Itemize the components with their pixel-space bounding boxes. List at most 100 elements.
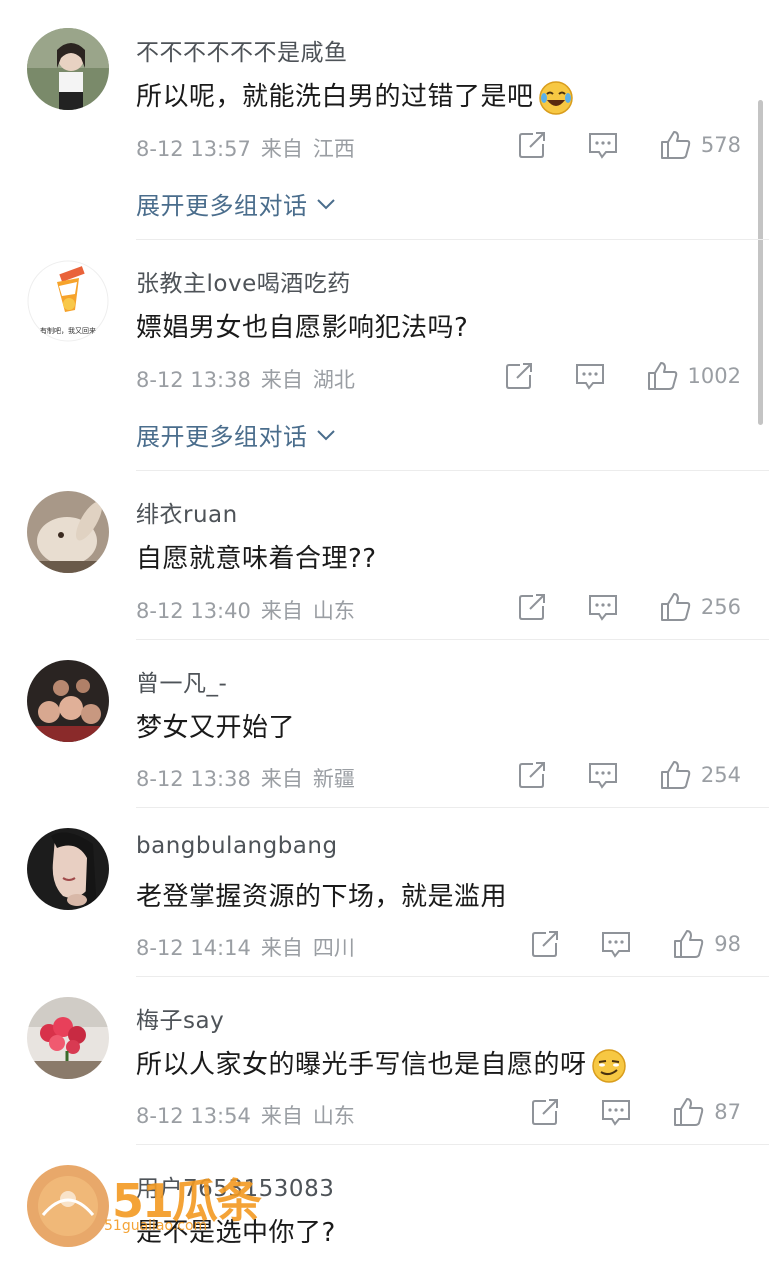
chevron-down-icon — [316, 198, 335, 209]
avatar[interactable] — [27, 660, 109, 742]
divider — [136, 639, 769, 640]
repost-button[interactable] — [530, 929, 560, 959]
comment-actions: 98 — [530, 927, 741, 961]
smirk-emoji — [591, 1048, 627, 1084]
source-label: 来自 — [260, 137, 303, 161]
comment-meta: 8-12 13:40 来自 山东 — [136, 595, 365, 625]
timestamp: 8-12 13:57 — [136, 137, 251, 161]
username[interactable]: 曾一凡_- — [136, 664, 227, 698]
source-label: 来自 — [260, 599, 303, 623]
comment-actions: 578 — [517, 128, 741, 162]
comment-meta: 8-12 13:38 来自 湖北 — [136, 364, 365, 394]
thumbs-up-icon — [674, 930, 704, 958]
location: 新疆 — [312, 767, 355, 791]
laugh-cry-emoji — [538, 80, 574, 116]
chevron-down-icon — [316, 429, 335, 440]
avatar[interactable] — [27, 828, 109, 910]
username[interactable]: bangbulangbang — [136, 833, 338, 859]
comment-text: 嫖娼男女也自愿影响犯法吗? — [136, 313, 469, 343]
location: 山东 — [312, 1104, 355, 1128]
watermark-url: 51gualiao.com — [104, 1218, 208, 1234]
thumbs-up-icon — [660, 593, 691, 621]
like-button[interactable]: 1002 — [646, 360, 741, 392]
repost-button[interactable] — [530, 1097, 560, 1127]
divider — [136, 807, 769, 808]
repost-icon — [518, 132, 545, 158]
thumbs-up-icon — [674, 1098, 704, 1126]
like-button[interactable]: 87 — [672, 1096, 741, 1128]
comment-icon — [575, 364, 604, 390]
source-label: 来自 — [260, 936, 303, 960]
expand-conversation-link[interactable]: 展开更多组对话 — [136, 186, 336, 221]
like-button[interactable]: 254 — [659, 759, 741, 791]
avatar[interactable] — [27, 997, 109, 1079]
source-label: 来自 — [260, 767, 303, 791]
repost-button[interactable] — [504, 361, 534, 391]
like-count: 254 — [700, 763, 741, 787]
timestamp: 8-12 13:54 — [136, 1104, 251, 1128]
repost-button[interactable] — [517, 130, 547, 160]
repost-icon — [532, 1099, 559, 1125]
thumbs-up-icon — [647, 362, 677, 390]
avatar[interactable]: 有制吧，我又回来 — [27, 260, 109, 342]
thumbs-up-icon — [660, 131, 691, 159]
like-button[interactable]: 98 — [672, 928, 741, 960]
comment-text: 梦女又开始了 — [136, 713, 296, 743]
timestamp: 8-12 14:14 — [136, 936, 251, 960]
like-button[interactable]: 578 — [659, 129, 741, 161]
username[interactable]: 梅子say — [136, 1001, 224, 1035]
repost-button[interactable] — [517, 592, 547, 622]
comment-text-body: 所以人家女的曝光手写信也是自愿的呀 — [136, 1050, 587, 1080]
divider — [136, 470, 769, 471]
username[interactable]: 绯衣ruan — [136, 495, 238, 529]
scrollbar[interactable] — [758, 100, 763, 425]
timestamp: 8-12 13:38 — [136, 368, 251, 392]
comment-meta: 8-12 13:38 来自 新疆 — [136, 763, 365, 793]
comment-button[interactable] — [600, 929, 632, 959]
comment-meta: 8-12 13:54 来自 山东 — [136, 1100, 365, 1130]
comment-icon — [588, 595, 617, 621]
comment-button[interactable] — [587, 130, 619, 160]
username[interactable]: 不不不不不不是咸鱼 — [136, 33, 348, 67]
like-count: 87 — [714, 1100, 741, 1124]
avatar[interactable] — [27, 1165, 109, 1247]
thumbs-up-icon — [660, 761, 691, 789]
comment-button[interactable] — [600, 1097, 632, 1127]
comment-icon — [588, 763, 617, 789]
avatar[interactable] — [27, 28, 109, 110]
like-button[interactable]: 256 — [659, 591, 741, 623]
repost-icon — [505, 363, 532, 389]
comment-actions: 256 — [517, 590, 741, 624]
comment-text: 老登掌握资源的下场，就是滥用 — [136, 882, 508, 912]
source-label: 来自 — [260, 1104, 303, 1128]
timestamp: 8-12 13:38 — [136, 767, 251, 791]
repost-button[interactable] — [517, 760, 547, 790]
like-count: 98 — [714, 932, 741, 956]
comment-button[interactable] — [587, 760, 619, 790]
expand-label: 展开更多组对话 — [136, 192, 308, 220]
comment-meta: 8-12 14:14 来自 四川 — [136, 932, 365, 962]
divider — [136, 239, 769, 240]
divider — [136, 976, 769, 977]
divider — [136, 1144, 769, 1145]
avatar[interactable] — [27, 491, 109, 573]
comment-text: 所以呢，就能洗白男的过错了是吧 — [136, 76, 574, 116]
location: 江西 — [312, 137, 355, 161]
comment-text: 所以人家女的曝光手写信也是自愿的呀 — [136, 1044, 627, 1084]
comment-button[interactable] — [574, 361, 606, 391]
comment-actions: 254 — [517, 758, 741, 792]
username[interactable]: 张教主love喝酒吃药 — [136, 264, 351, 298]
location: 四川 — [312, 936, 355, 960]
comment-icon — [602, 932, 631, 958]
comment-text: 自愿就意味着合理?? — [136, 544, 377, 574]
comment-icon — [602, 1100, 631, 1126]
like-count: 578 — [700, 133, 741, 157]
comment-icon — [588, 133, 617, 159]
comment-button[interactable] — [587, 592, 619, 622]
comment-actions: 87 — [530, 1095, 741, 1129]
comment-text-body: 所以呢，就能洗白男的过错了是吧 — [136, 82, 534, 112]
expand-label: 展开更多组对话 — [136, 423, 308, 451]
source-label: 来自 — [260, 368, 303, 392]
avatar-caption: 有制吧，我又回来 — [40, 326, 96, 335]
expand-conversation-link[interactable]: 展开更多组对话 — [136, 417, 336, 452]
